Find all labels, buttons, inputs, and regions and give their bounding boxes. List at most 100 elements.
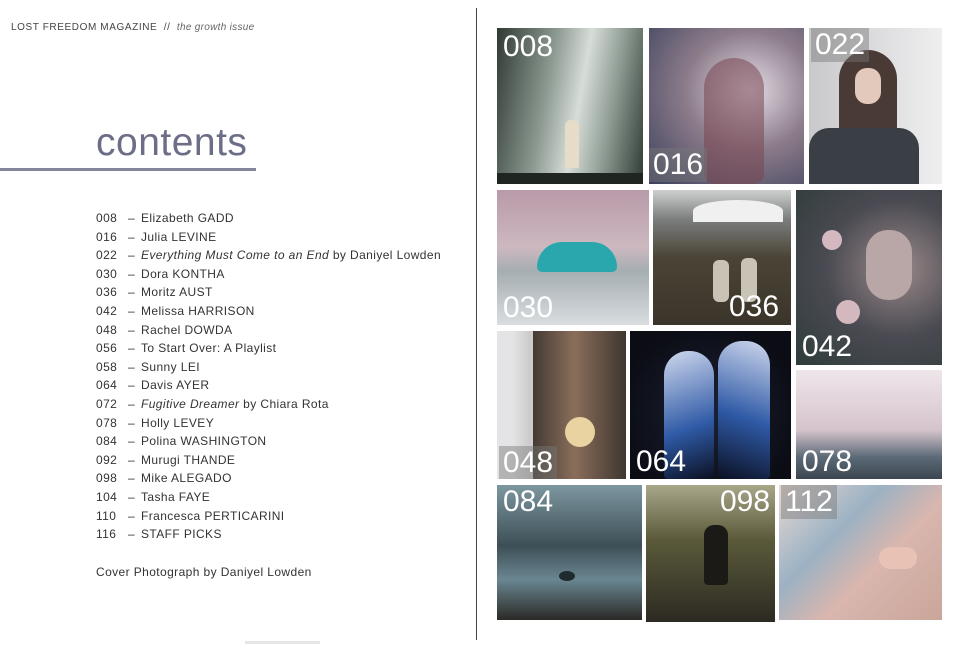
hand — [879, 547, 917, 569]
toc-dash: – — [127, 285, 136, 300]
photo-page-number: 078 — [802, 445, 853, 478]
cover-credit: Cover Photograph by Daniyel Lowden — [96, 565, 312, 579]
table-of-contents: 008– Elizabeth GADD 016– Julia LEVINE 022– Ev… — [96, 209, 441, 544]
toc-entry[interactable]: 030– Dora KONTHA — [96, 265, 441, 284]
toc-contributor: Holly LEVEY — [141, 415, 215, 430]
toc-contributor: by Daniyel Lowden — [329, 248, 442, 263]
toc-entry[interactable]: 084– Polina WASHINGTON — [96, 432, 441, 451]
photo-page-number: 064 — [636, 445, 687, 478]
shirt — [809, 128, 919, 184]
toc-dash: – — [127, 396, 136, 411]
toc-page-number: 072 — [96, 396, 118, 411]
photo-page-number: 112 — [781, 485, 837, 519]
page-divider — [476, 8, 477, 640]
toc-feature-title: Everything Must Come to an End — [141, 248, 330, 263]
toc-entry[interactable]: 092– Murugi THANDE — [96, 451, 441, 470]
rock-base — [497, 173, 643, 184]
toc-page-number: 048 — [96, 322, 118, 337]
toc-contributor: Francesca PERTICARINI — [141, 508, 285, 523]
photo-tile-016[interactable]: 016 — [649, 28, 804, 184]
toc-contributor: Dora KONTHA — [141, 266, 225, 281]
toc-contributor: Moritz AUST — [141, 285, 213, 300]
photo-page-number: 084 — [503, 485, 554, 518]
mountain — [693, 200, 783, 222]
toc-dash: – — [127, 527, 136, 542]
toc-entry[interactable]: 048– Rachel DOWDA — [96, 321, 441, 340]
toc-dash: – — [127, 266, 136, 281]
toc-entry[interactable]: 016– Julia LEVINE — [96, 228, 441, 247]
toc-entry[interactable]: 022– Everything Must Come to an End by Da… — [96, 246, 441, 265]
toc-page-number: 104 — [96, 489, 118, 504]
photo-page-number: 022 — [811, 28, 870, 62]
toc-page-number: 022 — [96, 248, 118, 263]
photo-tile-036[interactable]: 036 — [653, 190, 791, 325]
photo-tile-064[interactable]: 064 — [630, 331, 791, 479]
toc-page-number: 092 — [96, 452, 118, 467]
toc-dash: – — [127, 452, 136, 467]
toc-contributor: Rachel DOWDA — [141, 322, 233, 337]
toc-entry[interactable]: 110– Francesca PERTICARINI — [96, 507, 441, 526]
toc-dash: – — [127, 229, 136, 244]
toc-entry[interactable]: 058– Sunny LEI — [96, 358, 441, 377]
photo-page-number: 036 — [729, 290, 780, 323]
toc-dash: – — [127, 489, 136, 504]
toc-entry[interactable]: 078– Holly LEVEY — [96, 414, 441, 433]
figure-silhouette — [704, 58, 764, 184]
heading-underline — [0, 168, 256, 171]
photo-tile-048[interactable]: 048 — [497, 331, 626, 479]
toc-entry[interactable]: 116– STAFF PICKS — [96, 525, 441, 544]
face — [866, 230, 912, 300]
photo-page-number: 098 — [720, 485, 771, 518]
page-bottom-mark — [245, 641, 320, 644]
toc-entry[interactable]: 064– Davis AYER — [96, 376, 441, 395]
toc-contributor: by Chiara Rota — [239, 396, 329, 411]
photo-tile-042[interactable]: 042 — [796, 190, 942, 365]
toc-page-number: 116 — [96, 527, 117, 542]
toc-entry[interactable]: 008– Elizabeth GADD — [96, 209, 441, 228]
photo-tile-022[interactable]: 022 — [809, 28, 942, 184]
rose — [836, 300, 860, 324]
photo-tile-084[interactable]: 084 — [497, 485, 642, 620]
toc-dash: – — [127, 378, 136, 393]
toc-dash: – — [127, 322, 136, 337]
toc-contributor: Davis AYER — [141, 378, 210, 393]
toc-contributor: Polina WASHINGTON — [141, 434, 267, 449]
toc-entry[interactable]: 056– To Start Over: A Playlist — [96, 339, 441, 358]
toc-contributor: Murugi THANDE — [141, 452, 236, 467]
magazine-name: LOST FREEDOM MAGAZINE — [11, 22, 158, 33]
photo-tile-112[interactable]: 112 — [779, 485, 942, 620]
photo-page-number: 030 — [503, 291, 554, 324]
toc-entry[interactable]: 098– Mike ALEGADO — [96, 469, 441, 488]
toc-dash: – — [127, 248, 136, 263]
photo-page-number: 048 — [499, 446, 558, 479]
figure-silhouette — [704, 525, 728, 585]
toc-entry[interactable]: 042– Melissa HARRISON — [96, 302, 441, 321]
toc-page-number: 084 — [96, 434, 118, 449]
photo-tile-098[interactable]: 098 — [646, 485, 775, 622]
toc-page-number: 030 — [96, 266, 118, 281]
figure-silhouette — [565, 120, 579, 168]
photo-tile-078[interactable]: 078 — [796, 370, 942, 479]
rose — [822, 230, 842, 250]
toc-page-number: 036 — [96, 285, 118, 300]
photo-tile-030[interactable]: 030 — [497, 190, 649, 325]
bird — [559, 571, 575, 581]
masthead: LOST FREEDOM MAGAZINE // the growth issu… — [11, 22, 255, 33]
toc-feature-title: Fugitive Dreamer — [141, 396, 240, 411]
toc-dash: – — [127, 415, 136, 430]
toc-contributor: Elizabeth GADD — [141, 211, 234, 225]
toc-dash: – — [127, 508, 136, 523]
toc-contributor: Tasha FAYE — [141, 489, 211, 504]
toc-page-number: 110 — [96, 508, 117, 523]
photo-tile-008[interactable]: 008 — [497, 28, 643, 184]
toc-page-number: 016 — [96, 229, 118, 244]
toc-dash: – — [127, 434, 136, 449]
toc-entry[interactable]: 104– Tasha FAYE — [96, 488, 441, 507]
toc-entry[interactable]: 036– Moritz AUST — [96, 283, 441, 302]
toc-page-number: 064 — [96, 378, 118, 393]
toc-entry[interactable]: 072– Fugitive Dreamer by Chiara Rota — [96, 395, 441, 414]
toc-dash: – — [127, 471, 136, 486]
photo-page-number: 016 — [649, 148, 708, 182]
toc-page-number: 008 — [96, 211, 118, 225]
toc-contributor: Sunny LEI — [141, 359, 200, 374]
